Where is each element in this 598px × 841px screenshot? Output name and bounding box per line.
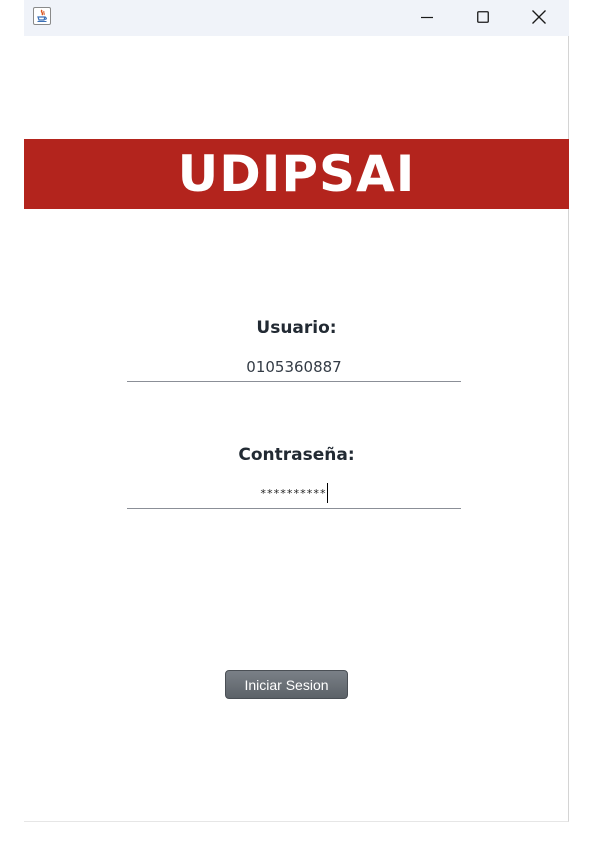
password-label: Contraseña:	[238, 445, 355, 465]
maximize-icon	[477, 11, 489, 23]
close-button[interactable]	[511, 0, 567, 34]
java-app-icon	[33, 7, 51, 25]
text-caret	[327, 483, 329, 503]
minimize-icon	[421, 16, 433, 19]
minimize-button[interactable]	[399, 0, 455, 34]
maximize-button[interactable]	[455, 0, 511, 34]
app-title: UDIPSAI	[177, 145, 416, 203]
login-window: UDIPSAI Usuario: Contraseña: ********** …	[24, 0, 569, 822]
password-input[interactable]: **********	[127, 478, 461, 509]
title-bar[interactable]	[24, 0, 569, 36]
header-banner: UDIPSAI	[24, 139, 569, 209]
login-button[interactable]: Iniciar Sesion	[225, 670, 348, 699]
username-label: Usuario:	[256, 318, 337, 338]
close-icon	[532, 10, 546, 24]
password-masked-value: **********	[259, 486, 327, 500]
username-input[interactable]	[127, 352, 461, 382]
